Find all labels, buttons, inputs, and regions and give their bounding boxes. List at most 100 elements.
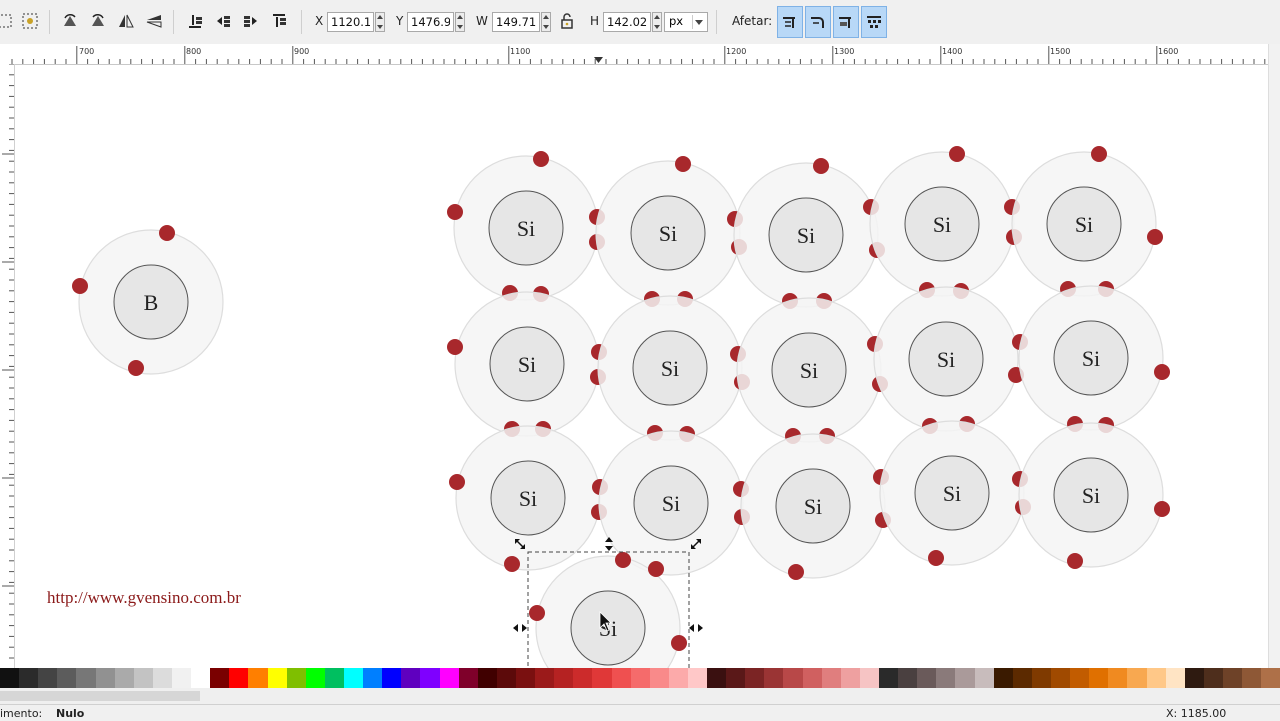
palette-swatch[interactable] [133, 668, 153, 688]
palette-swatch[interactable] [420, 668, 440, 688]
palette-swatch[interactable] [764, 668, 784, 688]
palette-swatch[interactable] [554, 668, 574, 688]
palette-swatch[interactable] [76, 668, 96, 688]
palette-swatch[interactable] [1165, 668, 1185, 688]
palette-swatch[interactable] [248, 668, 268, 688]
silicon-atom[interactable]: Si [1011, 146, 1163, 297]
palette-swatch[interactable] [152, 668, 172, 688]
palette-swatch[interactable] [668, 668, 688, 688]
canvas-drawing[interactable]: Si Si Si Si Si Si Si Si Si Si Si Si Si Si Si Si B [15, 65, 1268, 668]
palette-swatch[interactable] [879, 668, 899, 688]
move-patterns-icon[interactable] [861, 6, 887, 38]
horizontal-ruler[interactable]: 700 800 900 1100 1200 1300 1400 1500 1600 [0, 44, 1268, 65]
palette-swatch[interactable] [363, 668, 383, 688]
fill-value[interactable]: Nulo [56, 707, 84, 720]
palette-swatch[interactable] [1184, 668, 1204, 688]
resize-handle-right[interactable] [689, 624, 703, 632]
palette-swatch[interactable] [1223, 668, 1243, 688]
palette-swatch[interactable] [439, 668, 459, 688]
silicon-atom[interactable]: Si [595, 156, 747, 307]
scale-corners-icon[interactable] [805, 6, 831, 38]
color-palette[interactable] [0, 668, 1280, 688]
silicon-atom[interactable]: Si [447, 291, 607, 437]
palette-swatch[interactable] [458, 668, 478, 688]
palette-swatch[interactable] [1089, 668, 1109, 688]
palette-swatch[interactable] [917, 668, 937, 688]
palette-swatch[interactable] [974, 668, 994, 688]
palette-swatch[interactable] [859, 668, 880, 688]
unit-select[interactable]: px [664, 12, 708, 32]
palette-swatch[interactable] [0, 668, 20, 688]
silicon-atom[interactable]: Si [869, 146, 1022, 299]
palette-swatch[interactable] [535, 668, 555, 688]
palette-swatch[interactable] [802, 668, 822, 688]
palette-swatch[interactable] [210, 668, 230, 688]
palette-swatch[interactable] [267, 668, 287, 688]
palette-swatch[interactable] [401, 668, 421, 688]
palette-swatch[interactable] [1261, 668, 1280, 688]
select-all-icon[interactable] [0, 9, 16, 33]
palette-swatch[interactable] [95, 668, 115, 688]
silicon-atom[interactable]: Si [733, 158, 885, 309]
silicon-atom[interactable]: Si [740, 433, 891, 580]
palette-swatch[interactable] [1127, 668, 1147, 688]
raise-icon[interactable] [239, 9, 263, 33]
palette-swatch[interactable] [38, 668, 58, 688]
boron-atom[interactable]: B [72, 225, 224, 376]
selected-silicon-atom[interactable]: Si [529, 552, 687, 668]
lower-to-bottom-icon[interactable] [183, 9, 207, 33]
palette-swatch[interactable] [1012, 668, 1032, 688]
palette-swatch[interactable] [1146, 668, 1166, 688]
vertical-scrollbar[interactable] [1268, 44, 1280, 668]
palette-swatch[interactable] [993, 668, 1013, 688]
height-spinner[interactable] [652, 12, 662, 32]
palette-swatch[interactable] [171, 668, 192, 688]
lock-ratio-icon[interactable] [555, 9, 579, 33]
silicon-atom[interactable]: Si [873, 286, 1028, 434]
palette-swatch[interactable] [649, 668, 669, 688]
horizontal-scroll-thumb[interactable] [0, 691, 200, 701]
x-spinner[interactable] [375, 12, 385, 32]
rotate-cw-icon[interactable] [86, 9, 110, 33]
palette-swatch[interactable] [573, 668, 593, 688]
palette-swatch[interactable] [1070, 668, 1090, 688]
palette-swatch[interactable] [496, 668, 516, 688]
palette-swatch[interactable] [1031, 668, 1052, 688]
palette-swatch[interactable] [19, 668, 39, 688]
palette-swatch[interactable] [191, 668, 211, 688]
palette-swatch[interactable] [783, 668, 803, 688]
palette-swatch[interactable] [515, 668, 536, 688]
palette-swatch[interactable] [1203, 668, 1223, 688]
palette-swatch[interactable] [630, 668, 650, 688]
width-field[interactable] [492, 12, 540, 32]
palette-swatch[interactable] [707, 668, 727, 688]
palette-swatch[interactable] [726, 668, 746, 688]
horizontal-scrollbar[interactable] [0, 688, 1280, 704]
silicon-atom[interactable]: Si [1018, 285, 1170, 433]
drawing-canvas[interactable]: Si Si Si Si Si Si Si Si Si Si Si Si Si Si Si Si B http:/… [15, 65, 1268, 668]
palette-swatch[interactable] [343, 668, 364, 688]
palette-swatch[interactable] [324, 668, 344, 688]
palette-swatch[interactable] [611, 668, 631, 688]
palette-swatch[interactable] [745, 668, 765, 688]
palette-swatch[interactable] [477, 668, 497, 688]
palette-swatch[interactable] [1242, 668, 1262, 688]
palette-swatch[interactable] [305, 668, 325, 688]
palette-swatch[interactable] [821, 668, 841, 688]
silicon-atom[interactable]: Si [597, 295, 750, 442]
silicon-atom[interactable]: Si [449, 425, 608, 572]
silicon-atom[interactable]: Si [447, 151, 605, 302]
y-spinner[interactable] [455, 12, 465, 32]
y-field[interactable] [407, 12, 454, 32]
palette-swatch[interactable] [1051, 668, 1071, 688]
palette-swatch[interactable] [114, 668, 134, 688]
palette-swatch[interactable] [57, 668, 77, 688]
palette-swatch[interactable] [382, 668, 402, 688]
palette-swatch[interactable] [229, 668, 249, 688]
palette-swatch[interactable] [955, 668, 975, 688]
lower-icon[interactable] [211, 9, 235, 33]
palette-swatch[interactable] [592, 668, 612, 688]
flip-vertical-icon[interactable] [142, 9, 166, 33]
rotate-ccw-icon[interactable] [58, 9, 82, 33]
width-spinner[interactable] [541, 12, 551, 32]
